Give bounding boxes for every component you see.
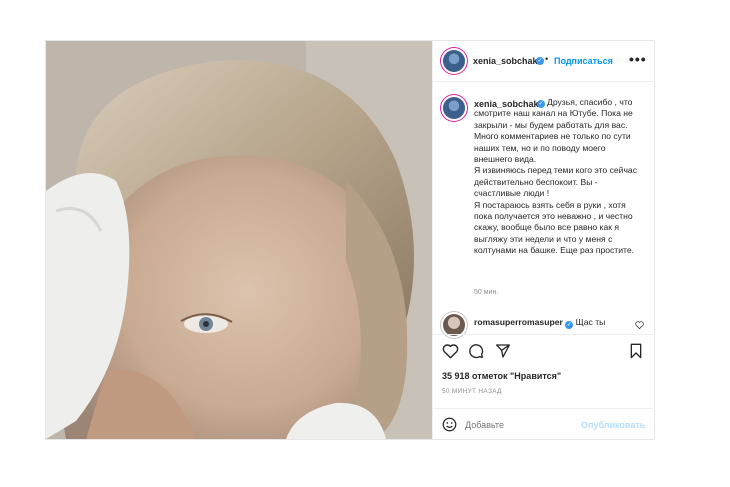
author-avatar[interactable] [443,50,465,72]
comment-like-icon[interactable] [635,321,644,329]
post-photo[interactable] [46,41,432,439]
comment: romasuperromasuper ✓ Щас ты [474,317,606,329]
comment-author[interactable]: romasuperromasuper [474,317,563,327]
share-icon[interactable] [495,343,511,359]
posted-time[interactable]: 50 МИНУТ НАЗАД [442,388,502,395]
separator-dot: • [545,54,549,64]
author-username[interactable]: xenia_sobchak [473,56,538,66]
comment-input[interactable] [465,420,585,430]
follow-button[interactable]: Подписаться [554,56,613,66]
caption-text: Друзья, спасибо , что смотрите наш канал… [474,97,638,256]
caption-avatar[interactable] [443,97,465,119]
publish-button[interactable]: Опубликовать [581,420,645,430]
commenter-avatar[interactable] [443,314,465,336]
comment-icon[interactable] [468,343,484,359]
verified-icon: ✓ [565,321,574,329]
caption-time[interactable]: 50 мин. [474,289,498,296]
post-sidebar: xenia_sobchak ✓ • Подписаться ••• xenia_… [432,41,655,439]
smile-icon[interactable] [442,417,457,432]
action-bar [433,334,655,367]
comment-text: Щас ты [575,317,606,327]
likes-count[interactable]: 35 918 отметок "Нравится" [442,371,561,381]
post-header: xenia_sobchak ✓ • Подписаться ••• [433,41,655,82]
more-options-icon[interactable]: ••• [629,51,647,67]
instagram-post: xenia_sobchak ✓ • Подписаться ••• xenia_… [45,40,655,440]
selfie-image [46,41,432,439]
verified-icon: ✓ [536,57,544,65]
add-comment-bar: Опубликовать [433,408,655,440]
bookmark-icon[interactable] [629,343,643,359]
heart-icon[interactable] [442,343,459,359]
